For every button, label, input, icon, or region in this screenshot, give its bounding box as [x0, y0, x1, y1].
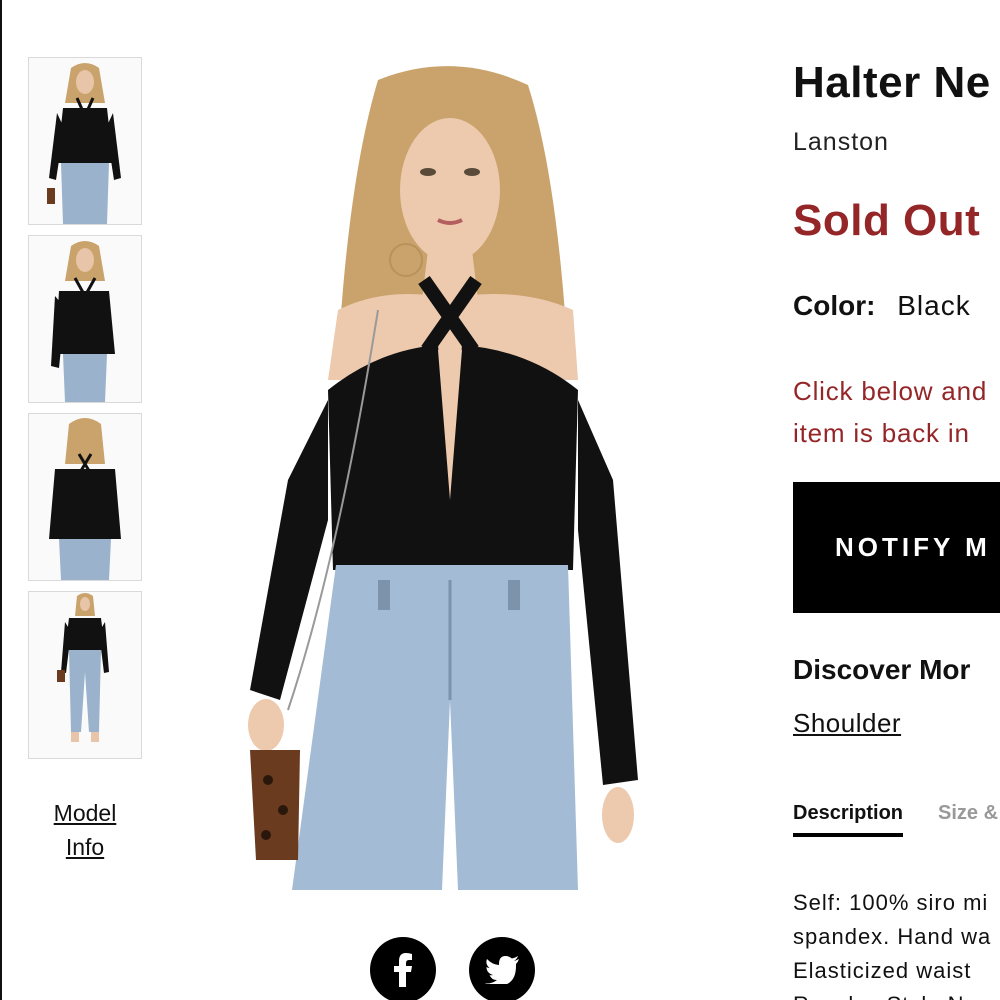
- thumbnail-1[interactable]: [28, 57, 142, 225]
- notify-message-line-1: Click below and: [793, 376, 988, 406]
- brand-link[interactable]: Lanston: [793, 128, 889, 157]
- model-front-thumb-image: [47, 63, 121, 224]
- description-text: Self: 100% siro mi spandex. Hand wa Elas…: [793, 886, 991, 1000]
- description-line-4: Revolve Style No: [793, 988, 991, 1000]
- discover-more-title: Discover Mor: [793, 654, 971, 685]
- left-border: [0, 0, 2, 1000]
- thumbnail-2[interactable]: [28, 235, 142, 403]
- description-line-2: spandex. Hand wa: [793, 924, 992, 949]
- tab-size-fit[interactable]: Size &: [938, 802, 998, 825]
- twitter-icon: [485, 956, 519, 984]
- color-row: Color: Black: [793, 290, 971, 322]
- model-full-thumb-image: [57, 593, 109, 742]
- product-title: Halter Ne: [793, 58, 991, 107]
- tab-description[interactable]: Description: [793, 802, 904, 837]
- sold-out-status: Sold Out: [793, 196, 981, 245]
- share-twitter-button[interactable]: [469, 937, 535, 1000]
- main-product-image[interactable]: [228, 60, 658, 890]
- model-back-thumb-image: [49, 418, 121, 580]
- model-side-thumb-image: [51, 241, 115, 402]
- description-line-3: Elasticized waist: [793, 958, 972, 983]
- color-value: Black: [897, 290, 971, 321]
- thumbnail-4[interactable]: [28, 591, 142, 759]
- notify-me-button[interactable]: NOTIFY M: [793, 482, 1000, 613]
- model-info-line-2: Info: [65, 834, 105, 860]
- notify-message: Click below and item is back in: [793, 370, 987, 454]
- notify-message-line-2: item is back in: [793, 418, 970, 448]
- description-line-1: Self: 100% siro mi: [793, 890, 989, 915]
- model-info-line-1: Model: [53, 800, 117, 826]
- color-label: Color:: [793, 290, 876, 321]
- discover-shoulder-link[interactable]: Shoulder: [793, 708, 901, 739]
- product-page: Model Info Halter Ne Lanston Sold Out Co…: [0, 0, 1000, 1000]
- share-facebook-button[interactable]: [370, 937, 436, 1000]
- model-info-link[interactable]: Model Info: [28, 796, 142, 864]
- model-main-image: [248, 66, 638, 890]
- facebook-icon: [394, 953, 412, 987]
- thumbnail-3[interactable]: [28, 413, 142, 581]
- thumbnail-gallery: [28, 57, 142, 769]
